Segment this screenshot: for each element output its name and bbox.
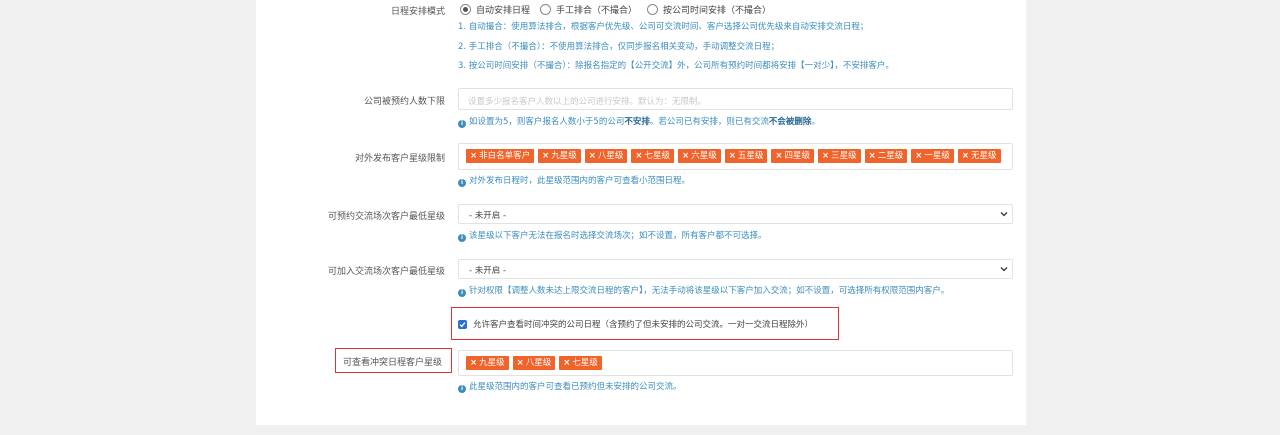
star-tag[interactable]: × 一星级 bbox=[911, 149, 954, 163]
star-tag[interactable]: × 非白名单客户 bbox=[466, 149, 535, 163]
conflict-checkbox-label: 允许客户查看时间冲突的公司日程（含预约了但未安排的公司交流。一对一交流日程除外） bbox=[473, 320, 814, 330]
remove-tag-icon[interactable]: × bbox=[589, 150, 596, 162]
star-tag[interactable]: × 七星级 bbox=[559, 356, 602, 370]
star-tag-label: 七星级 bbox=[644, 151, 671, 161]
star-tag[interactable]: × 八星级 bbox=[512, 356, 556, 370]
remove-tag-icon[interactable]: × bbox=[915, 150, 922, 162]
min-booking-placeholder: 设置多少报名客户人数以上的公司进行安排。默认为：无限制。 bbox=[468, 97, 707, 107]
star-tag[interactable]: × 三星级 bbox=[817, 149, 861, 163]
star-tag-label: 九星级 bbox=[479, 358, 505, 368]
remove-tag-icon[interactable]: × bbox=[682, 150, 689, 162]
star-tag-label: 八星级 bbox=[597, 151, 624, 161]
remove-tag-icon[interactable]: × bbox=[775, 150, 782, 162]
star-tag[interactable]: × 九星级 bbox=[466, 356, 509, 370]
schedule-mode-desc-2: 2. 手工排合（不撮合）：不使用算法排合，仅同步报名相关变动，手动调整交流日程； bbox=[458, 42, 780, 52]
star-tag-label: 六星级 bbox=[691, 151, 717, 161]
star-tag-label: 无星级 bbox=[971, 151, 997, 161]
star-tag-label: 二星级 bbox=[877, 151, 904, 161]
remove-tag-icon[interactable]: × bbox=[822, 150, 829, 162]
star-tag-label: 八星级 bbox=[525, 358, 552, 368]
remove-tag-icon[interactable]: × bbox=[470, 357, 477, 369]
min-booking-desc: i 如设置为5，则客户报名人数小于5的公司不安排。若公司已有安排，则已有交流不会被… bbox=[458, 115, 820, 128]
radio-empty-icon[interactable] bbox=[647, 4, 659, 15]
publish-star-tags: × 非白名单客户 × 九星级 × 八星级 × 七星级 × 六星级 × 五星级 × 四星级 × 三星级 × 二星级 ×… bbox=[459, 144, 1012, 168]
star-tag[interactable]: × 四星级 bbox=[771, 149, 814, 163]
radio-empty-icon[interactable] bbox=[540, 4, 552, 15]
star-tag-label: 九星级 bbox=[551, 151, 577, 161]
remove-tag-icon[interactable]: × bbox=[470, 150, 477, 162]
remove-tag-icon[interactable]: × bbox=[635, 150, 642, 162]
star-tag-label: 五星级 bbox=[737, 151, 764, 161]
conflict-star-desc: i 此星级范围内的客户可查看已预约但未安排的公司交流。 bbox=[458, 380, 682, 393]
schedule-mode-label: 日程安排模式 bbox=[390, 7, 445, 17]
remove-tag-icon[interactable]: × bbox=[729, 150, 736, 162]
radio-checked-icon[interactable] bbox=[460, 4, 471, 15]
radio-company-time[interactable]: 按公司时间安排（不撮合） bbox=[647, 3, 771, 16]
remove-tag-icon[interactable]: × bbox=[542, 150, 549, 162]
bookable-star-desc: i 该星级以下客户无法在报名时选择交流场次；如不设置，所有客户都不可选择。 bbox=[458, 229, 767, 242]
radio-auto[interactable]: 自动安排日程 bbox=[460, 3, 530, 16]
conflict-checkbox-row[interactable]: 允许客户查看时间冲突的公司日程（含预约了但未安排的公司交流。一对一交流日程除外） bbox=[458, 318, 813, 330]
star-tag[interactable]: × 二星级 bbox=[864, 149, 908, 163]
remove-tag-icon[interactable]: × bbox=[517, 357, 524, 369]
info-icon: i bbox=[458, 289, 466, 297]
joinable-star-select[interactable]: - 未开启 - bbox=[458, 259, 1013, 279]
star-tag-label: 一星级 bbox=[924, 151, 950, 161]
star-tag-label: 七星级 bbox=[572, 358, 598, 368]
star-tag[interactable]: × 七星级 bbox=[631, 149, 675, 163]
star-tag[interactable]: × 五星级 bbox=[724, 149, 768, 163]
joinable-star-label: 可加入交流场次客户最低星级 bbox=[327, 267, 445, 277]
joinable-star-desc: i 针对权限【调整人数未达上限交流日程的客户】，无法手动将该星级以下客户加入交流；… bbox=[458, 284, 949, 297]
remove-tag-icon[interactable]: × bbox=[563, 357, 570, 369]
star-tag-label: 四星级 bbox=[784, 151, 810, 161]
star-tag-label: 三星级 bbox=[831, 151, 857, 161]
info-icon: i bbox=[458, 179, 466, 187]
radio-manual[interactable]: 手工排合（不撮合） bbox=[540, 3, 637, 16]
chevron-down-icon bbox=[1000, 212, 1008, 217]
publish-star-label: 对外发布客户星级限制 bbox=[354, 154, 445, 164]
info-icon: i bbox=[458, 120, 466, 128]
publish-star-desc: i 对外发布日程时，此星级范围内的客户可查看小范围日程。 bbox=[458, 174, 690, 187]
schedule-mode-desc-1: 1. 自动撮合：使用算法排合，根据客户优先级、公司可交流时间、客户选择公司优先级… bbox=[458, 22, 869, 32]
star-tag[interactable]: × 八星级 bbox=[584, 149, 628, 163]
remove-tag-icon[interactable]: × bbox=[869, 150, 876, 162]
conflict-star-tags: × 九星级 × 八星级 × 七星级 bbox=[459, 351, 1012, 375]
schedule-mode-radio-group: 自动安排日程 手工排合（不撮合） 按公司时间安排（不撮合） bbox=[460, 3, 781, 16]
star-tag[interactable]: × 无星级 bbox=[957, 149, 1001, 163]
chevron-down-icon bbox=[1000, 267, 1008, 272]
star-tag-label: 非白名单客户 bbox=[479, 151, 531, 161]
checkbox-checked-icon[interactable] bbox=[458, 319, 467, 329]
schedule-mode-desc-3: 3. 按公司时间安排（不撮合）：除报名指定的【公开交流】外，公司所有预约时间都将… bbox=[458, 61, 894, 71]
info-icon: i bbox=[458, 385, 466, 393]
bookable-star-label: 可预约交流场次客户最低星级 bbox=[327, 212, 445, 222]
bookable-star-select[interactable]: - 未开启 - bbox=[458, 204, 1013, 224]
conflict-star-tag-input[interactable]: × 九星级 × 八星级 × 七星级 bbox=[458, 350, 1013, 376]
min-booking-input[interactable]: 设置多少报名客户人数以上的公司进行安排。默认为：无限制。 bbox=[458, 88, 1013, 110]
min-booking-label: 公司被预约人数下限 bbox=[363, 97, 445, 107]
conflict-star-label: 可查看冲突日程客户星级 bbox=[342, 358, 442, 368]
info-icon: i bbox=[458, 234, 466, 242]
publish-star-tag-input[interactable]: × 非白名单客户 × 九星级 × 八星级 × 七星级 × 六星级 × 五星级 × 四星级 × 三星级 × 二星级 ×… bbox=[458, 143, 1013, 170]
star-tag[interactable]: × 九星级 bbox=[538, 149, 581, 163]
remove-tag-icon[interactable]: × bbox=[962, 150, 969, 162]
star-tag[interactable]: × 六星级 bbox=[678, 149, 721, 163]
